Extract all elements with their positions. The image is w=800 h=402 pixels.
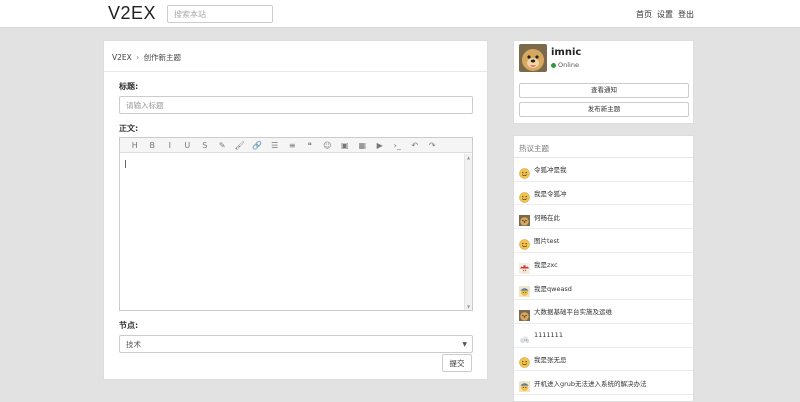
avatar[interactable] (519, 211, 530, 227)
hot-topic-title[interactable]: 我是zxc (534, 259, 558, 269)
avatar[interactable] (519, 259, 530, 274)
avatar[interactable] (519, 235, 530, 250)
quote-icon[interactable]: ❝ (301, 139, 319, 152)
hot-topic-item[interactable]: 我是令狐冲 (514, 182, 693, 206)
new-topic-form: 标题: 正文: HBIUS✎🖌🔗☰≡❝☺▣▦▶›_↶↷ ▲ ▼ 节点: 技术 ▼ (119, 81, 473, 353)
hot-topic-title[interactable]: 令狐冲是我 (534, 164, 567, 174)
hot-topic-item[interactable]: 大数据基础平台实施及运维 (514, 300, 693, 324)
breadcrumb-home-link[interactable]: V2EX (112, 53, 132, 62)
top-nav: 首页 设置 登出 (636, 9, 694, 20)
avatar[interactable] (519, 353, 530, 369)
body-textarea[interactable] (120, 154, 464, 310)
hot-topic-title[interactable]: 我是令狐冲 (534, 188, 567, 198)
hot-topics-panel: 热议主题 令狐冲是我我是令狐冲何畅在此图片test 我是zxc 我是qweasd 大数… (513, 135, 694, 402)
username[interactable]: imnic (551, 47, 581, 58)
unordered-list-icon[interactable]: ☰ (266, 139, 284, 152)
video-icon[interactable]: ▶ (371, 139, 389, 152)
avatar[interactable] (519, 188, 530, 203)
node-select[interactable]: 技术 ▼ (119, 335, 473, 353)
scroll-up-icon[interactable]: ▲ (467, 155, 470, 160)
text-cursor (125, 160, 126, 168)
avatar[interactable] (519, 330, 530, 343)
node-selected-value: 技术 (126, 339, 141, 349)
avatar[interactable] (519, 44, 547, 72)
title-input[interactable] (119, 96, 473, 114)
editor-toolbar: H B I U S ✎ 🖌 🔗 ☰ ≡ ❝ ☺ ▣ ▦ ▶ ›_ ↶ ↷ (120, 138, 472, 153)
emoji-icon[interactable]: ☺ (319, 139, 337, 152)
nav-logout-link[interactable]: 登出 (678, 9, 694, 20)
nav-home-link[interactable]: 首页 (636, 9, 652, 20)
top-navbar: V2EX 首页 设置 登出 (0, 0, 800, 28)
hot-topic-item[interactable]: 我是张无忌 (514, 348, 693, 372)
site-logo[interactable]: V2EX (108, 3, 156, 24)
online-status: Online (551, 61, 579, 69)
hot-topic-title[interactable]: 我是qweasd (534, 283, 572, 293)
undo-icon[interactable]: ↶ (406, 139, 424, 152)
bold-icon[interactable]: B (144, 139, 162, 152)
user-profile-card: imnic Online 查看通知 发布新主题 (513, 40, 694, 124)
code-icon[interactable]: ›_ (389, 139, 407, 152)
brush-icon[interactable]: 🖌 (231, 139, 249, 152)
search-input[interactable] (167, 5, 273, 23)
hot-topic-title[interactable]: 1111111 (534, 331, 563, 339)
strikethrough-icon[interactable]: S (196, 139, 214, 152)
title-label: 标题: (119, 82, 139, 91)
editor-scrollbar[interactable]: ▲ ▼ (464, 154, 472, 310)
hot-topic-title[interactable]: 开机进入grub无法进入系统的解决办法 (534, 378, 647, 388)
breadcrumb: V2EX › 创作新主题 (104, 41, 487, 72)
hot-topic-title[interactable]: 图片test (534, 235, 559, 245)
breadcrumb-separator: › (136, 53, 140, 62)
image-icon[interactable]: ▣ (336, 139, 354, 152)
align-icon[interactable]: ≡ (284, 139, 302, 152)
dropdown-arrow-icon: ▼ (462, 341, 467, 348)
hot-topic-title[interactable]: 大数据基础平台实施及运维 (534, 306, 612, 316)
submit-button[interactable]: 提交 (442, 354, 472, 372)
hot-topics-list: 令狐冲是我我是令狐冲何畅在此图片test 我是zxc 我是qweasd 大数据基础平台… (514, 158, 693, 395)
breadcrumb-current: 创作新主题 (143, 53, 182, 62)
hot-topic-item[interactable]: 我是qweasd (514, 276, 693, 301)
hot-topic-item[interactable]: 开机进入grub无法进入系统的解决办法 (514, 371, 693, 395)
status-text: Online (558, 61, 579, 69)
avatar[interactable] (519, 306, 530, 321)
italic-icon[interactable]: I (161, 139, 179, 152)
hot-topic-item[interactable]: 何畅在此 (514, 205, 693, 230)
avatar[interactable] (519, 164, 530, 179)
hot-topics-title: 热议主题 (514, 136, 693, 158)
body-label: 正文: (119, 124, 139, 133)
hot-topic-item[interactable]: 图片test (514, 229, 693, 253)
new-topic-panel: V2EX › 创作新主题 标题: 正文: HBIUS✎🖌🔗☰≡❝☺▣▦▶›_↶↷… (103, 40, 488, 380)
table-icon[interactable]: ▦ (354, 139, 372, 152)
underline-icon[interactable]: U (179, 139, 197, 152)
scroll-down-icon[interactable]: ▼ (467, 304, 470, 309)
new-topic-button[interactable]: 发布新主题 (519, 102, 689, 117)
hot-topic-title[interactable]: 我是张无忌 (534, 354, 567, 364)
hot-topic-title[interactable]: 何畅在此 (534, 212, 560, 222)
hot-topic-item[interactable]: 令狐冲是我 (514, 158, 693, 182)
view-notifications-button[interactable]: 查看通知 (519, 83, 689, 98)
link-icon[interactable]: 🔗 (249, 139, 267, 152)
pen-icon[interactable]: ✎ (214, 139, 232, 152)
avatar[interactable] (519, 282, 530, 298)
avatar[interactable] (519, 377, 530, 393)
heading-icon[interactable]: H (126, 139, 144, 152)
hot-topic-item[interactable]: 我是zxc (514, 253, 693, 277)
node-label: 节点: (119, 321, 139, 330)
hot-topic-item[interactable]: 1111111 (514, 324, 693, 348)
redo-icon[interactable]: ↷ (424, 139, 442, 152)
markdown-editor: H B I U S ✎ 🖌 🔗 ☰ ≡ ❝ ☺ ▣ ▦ ▶ ›_ ↶ ↷ ▲ ▼ (119, 137, 473, 311)
online-dot-icon (551, 62, 556, 68)
nav-settings-link[interactable]: 设置 (657, 9, 673, 20)
